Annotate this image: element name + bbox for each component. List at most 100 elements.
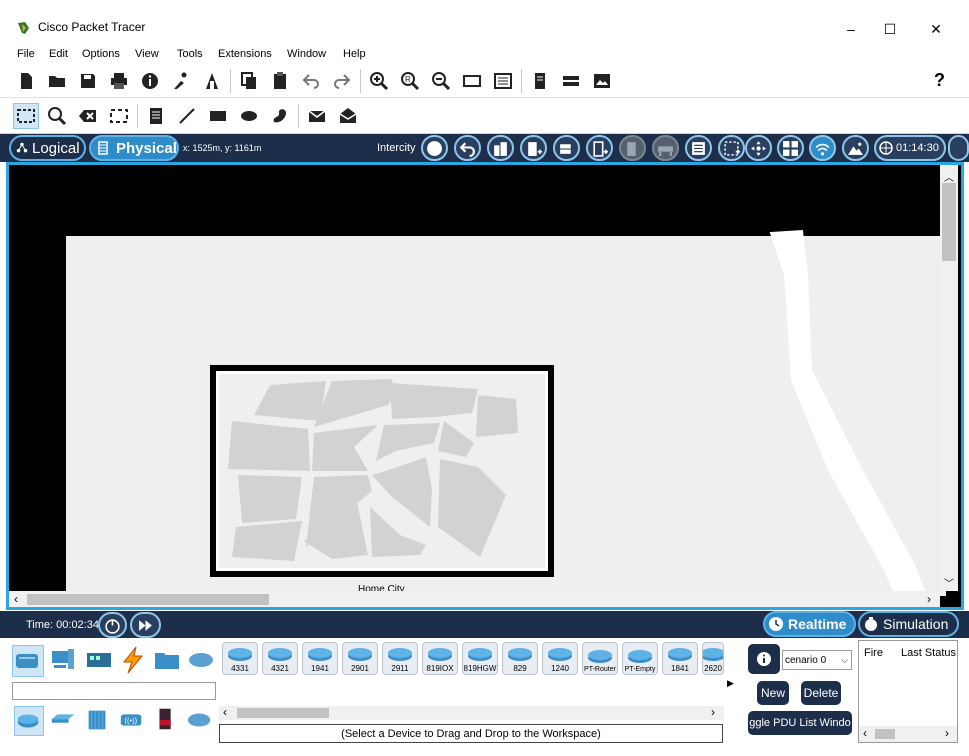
maximize-button[interactable]: ☐	[867, 14, 913, 44]
copy-icon[interactable]	[236, 68, 262, 94]
device-scroll-thumb[interactable]	[237, 708, 329, 718]
horizontal-scroll-thumb[interactable]	[27, 594, 269, 605]
more-nav-icon[interactable]	[948, 135, 969, 161]
device-model[interactable]: PT-Empty	[622, 642, 658, 675]
logical-tab[interactable]: Logical	[9, 135, 86, 161]
physical-workspace[interactable]: Home City ︿ ﹀ ‹ ›	[6, 162, 964, 610]
device-model[interactable]: 2901	[342, 642, 378, 675]
simulation-mode-button[interactable]: Simulation	[858, 611, 959, 637]
scroll-right-icon[interactable]: ›	[945, 726, 949, 740]
delete-icon[interactable]	[75, 103, 101, 129]
simple-pdu-icon[interactable]	[304, 103, 330, 129]
paste-icon[interactable]	[267, 68, 293, 94]
new-closet-icon[interactable]	[553, 135, 580, 161]
workspace-horizontal-scrollbar[interactable]: ‹ ›	[9, 591, 940, 607]
delete-scenario-button[interactable]: Delete	[801, 681, 841, 705]
move-object-icon[interactable]	[652, 135, 679, 161]
device-model[interactable]: 2911	[382, 642, 418, 675]
connections-icon[interactable]	[118, 645, 150, 677]
physical-tab[interactable]: Physical	[89, 135, 179, 161]
home-city-icon[interactable]	[210, 365, 554, 577]
info-icon[interactable]	[137, 68, 163, 94]
expand-panel-icon[interactable]: ▶	[727, 678, 741, 698]
rectangle-icon[interactable]	[205, 103, 231, 129]
hubs-icon[interactable]	[84, 706, 112, 736]
components-icon[interactable]	[84, 645, 116, 677]
scenario-select[interactable]: cenario 0 ⌵	[782, 650, 852, 670]
new-file-icon[interactable]	[13, 68, 39, 94]
vertical-scroll-thumb[interactable]	[942, 183, 956, 261]
back-icon[interactable]	[454, 135, 481, 161]
complex-pdu-icon[interactable]	[335, 103, 361, 129]
wireless-devices-icon[interactable]: ((•))	[118, 706, 148, 736]
grid-icon[interactable]	[718, 135, 745, 161]
scroll-right-icon[interactable]: ›	[927, 592, 931, 606]
print-icon[interactable]	[106, 68, 132, 94]
scroll-right-icon[interactable]: ›	[711, 705, 715, 719]
switches-icon[interactable]	[48, 706, 80, 736]
zoom-reset-icon[interactable]: R	[397, 68, 423, 94]
wan-emulation-icon[interactable]	[186, 706, 216, 736]
scroll-left-icon[interactable]: ‹	[14, 592, 18, 606]
toggle-pdu-list-button[interactable]: ggle PDU List Windo	[748, 711, 852, 735]
menu-help[interactable]: Help	[343, 48, 366, 60]
security-icon[interactable]	[152, 704, 182, 736]
custom-device-icon[interactable]	[527, 68, 553, 94]
navigation-icon[interactable]	[421, 135, 448, 161]
device-model[interactable]: 4331	[222, 642, 258, 675]
scroll-left-icon[interactable]: ‹	[223, 705, 227, 719]
set-background-icon[interactable]	[685, 135, 712, 161]
device-dialog-icon[interactable]	[558, 68, 584, 94]
new-scenario-button[interactable]: New	[757, 681, 789, 705]
device-model[interactable]: PT-Router	[582, 642, 618, 675]
power-cycle-icon[interactable]	[98, 612, 127, 638]
miscellaneous-icon[interactable]	[152, 645, 184, 677]
zoom-out-icon[interactable]	[428, 68, 454, 94]
note-icon[interactable]	[143, 103, 169, 129]
line-icon[interactable]	[174, 103, 200, 129]
new-rack-icon[interactable]	[586, 135, 613, 161]
device-model[interactable]: 819IOX	[422, 642, 458, 675]
menu-edit[interactable]: Edit	[49, 48, 68, 60]
new-table-icon[interactable]	[619, 135, 646, 161]
device-model[interactable]: 1240	[542, 642, 578, 675]
device-model[interactable]: 1941	[302, 642, 338, 675]
device-model[interactable]: 2620	[702, 642, 724, 675]
help-button[interactable]: ?	[934, 70, 945, 91]
scroll-left-icon[interactable]: ‹	[863, 726, 867, 740]
wireless-icon[interactable]	[809, 135, 836, 161]
scenario-info-icon[interactable]	[748, 644, 780, 674]
routers-icon[interactable]	[14, 706, 44, 736]
rectangle-view-icon[interactable]	[459, 68, 485, 94]
menu-view[interactable]: View	[135, 48, 159, 60]
device-model[interactable]: 819HGW	[462, 642, 498, 675]
fast-forward-icon[interactable]	[130, 612, 161, 638]
ellipse-icon[interactable]	[236, 103, 262, 129]
multiuser-icon[interactable]	[186, 645, 218, 677]
undo-icon[interactable]	[298, 68, 324, 94]
menu-file[interactable]: File	[17, 48, 35, 60]
realtime-mode-button[interactable]: Realtime	[763, 611, 856, 637]
save-icon[interactable]	[75, 68, 101, 94]
scroll-up-icon[interactable]: ︿	[944, 169, 954, 184]
menu-extensions[interactable]: Extensions	[218, 48, 272, 60]
device-model[interactable]: 1841	[662, 642, 698, 675]
redo-icon[interactable]	[329, 68, 355, 94]
palette-icon[interactable]	[490, 68, 516, 94]
cluster-icon[interactable]	[777, 135, 804, 161]
inspect-icon[interactable]	[44, 103, 70, 129]
close-button[interactable]: ✕	[913, 14, 959, 44]
workspace-vertical-scrollbar[interactable]: ︿ ﹀	[940, 165, 958, 591]
pdu-scroll-thumb[interactable]	[875, 729, 895, 739]
new-building-icon[interactable]	[520, 135, 547, 161]
building-icon[interactable]	[199, 68, 225, 94]
freeform-icon[interactable]	[267, 103, 293, 129]
menu-tools[interactable]: Tools	[177, 48, 203, 60]
open-folder-icon[interactable]	[44, 68, 70, 94]
new-city-icon[interactable]	[487, 135, 514, 161]
menu-window[interactable]: Window	[287, 48, 326, 60]
time-display[interactable]: 01:14:30	[874, 135, 946, 161]
network-devices-icon[interactable]	[12, 645, 44, 677]
device-model[interactable]: 829	[502, 642, 538, 675]
resize-icon[interactable]	[106, 103, 132, 129]
